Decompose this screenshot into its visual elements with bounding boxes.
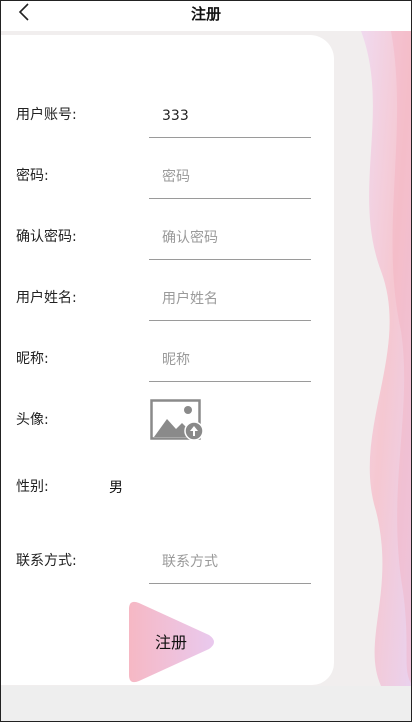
- nickname-input[interactable]: [162, 349, 302, 371]
- confirm-password-label: 确认密码:: [16, 229, 77, 245]
- contact-input[interactable]: [162, 551, 302, 573]
- gender-value[interactable]: 男: [109, 477, 123, 497]
- top-bar: 注册: [1, 1, 411, 31]
- app-frame: 注册 用户账号: 密码: 确认密码: 用户姓名:: [0, 0, 412, 722]
- realname-field[interactable]: [149, 278, 311, 321]
- realname-label: 用户姓名:: [16, 290, 77, 306]
- register-button[interactable]: 注册: [125, 597, 217, 687]
- realname-input[interactable]: [162, 288, 302, 310]
- confirm-password-input[interactable]: [162, 227, 302, 249]
- contact-label: 联系方式:: [16, 553, 77, 569]
- confirm-password-field[interactable]: [149, 217, 311, 260]
- decorative-wave: [361, 31, 411, 686]
- nickname-label: 昵称:: [16, 351, 49, 367]
- avatar-label: 头像:: [16, 412, 49, 428]
- account-row: 用户账号:: [1, 105, 334, 138]
- page-title: 注册: [190, 5, 221, 23]
- account-input[interactable]: [162, 105, 302, 127]
- account-label: 用户账号:: [16, 107, 77, 123]
- password-row: 密码:: [1, 166, 334, 199]
- account-field[interactable]: [149, 95, 311, 138]
- register-button-label: 注册: [154, 633, 187, 652]
- register-form-card: 用户账号: 密码: 确认密码: 用户姓名: 昵称:: [1, 35, 334, 685]
- gender-row: 性别:: [1, 477, 334, 507]
- confirm-password-row: 确认密码:: [1, 227, 334, 260]
- contact-field[interactable]: [149, 541, 311, 584]
- nickname-row: 昵称:: [1, 349, 334, 382]
- password-input[interactable]: [162, 166, 302, 188]
- gender-label: 性别:: [16, 479, 49, 495]
- nickname-field[interactable]: [149, 339, 311, 382]
- realname-row: 用户姓名:: [1, 288, 334, 321]
- password-field[interactable]: [149, 156, 311, 199]
- image-upload-icon[interactable]: [150, 399, 204, 445]
- contact-row: 联系方式:: [1, 551, 334, 584]
- bottom-bar: [1, 686, 411, 721]
- password-label: 密码:: [16, 168, 49, 184]
